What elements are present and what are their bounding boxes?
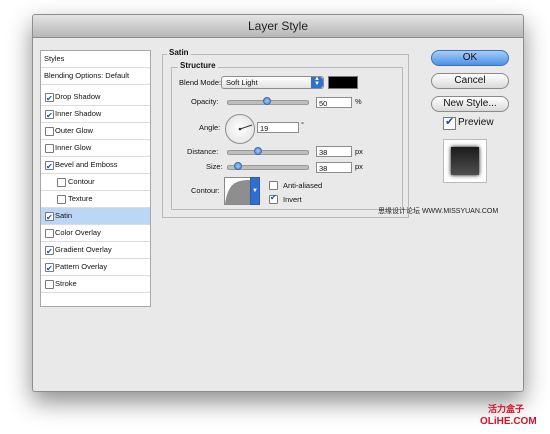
contour-curve-icon — [225, 180, 250, 204]
preview-thumbnail — [443, 139, 487, 183]
angle-input[interactable]: 19 — [257, 122, 299, 133]
blend-mode-label: Blend Mode: — [179, 78, 222, 87]
style-checkbox-icon[interactable] — [45, 261, 54, 277]
style-item-label: Outer Glow — [55, 126, 93, 135]
styles-list: Styles Blending Options: Default Drop Shad… — [40, 50, 151, 307]
distance-label: Distance: — [187, 147, 219, 156]
invert-checkbox[interactable] — [269, 193, 278, 204]
style-checkbox-icon[interactable] — [57, 195, 66, 204]
style-checkbox-icon[interactable] — [45, 244, 54, 260]
angle-unit: ° — [301, 120, 304, 129]
ok-button[interactable]: OK — [431, 50, 509, 66]
contour-picker[interactable] — [224, 177, 251, 205]
anti-aliased-check-icon — [269, 181, 278, 190]
structure-group-label: Structure — [178, 61, 218, 70]
distance-slider-knob[interactable] — [254, 147, 262, 155]
invert-check-icon — [269, 193, 278, 204]
angle-dial[interactable] — [225, 114, 255, 144]
blend-color-swatch[interactable] — [328, 76, 358, 89]
layer-style-dialog: Layer Style Styles Blending Options: Defa… — [32, 14, 524, 392]
style-item-satin[interactable]: Satin — [41, 208, 150, 226]
style-item-label: Styles — [44, 54, 65, 63]
style-item-label: Inner Shadow — [55, 109, 102, 118]
blend-mode-select[interactable]: Soft Light ▲ ▼ — [221, 76, 324, 89]
size-unit: px — [355, 162, 363, 171]
angle-label: Angle: — [199, 123, 221, 132]
cancel-button[interactable]: Cancel — [431, 73, 509, 89]
style-item-inner-glow[interactable]: Inner Glow — [41, 140, 150, 157]
style-item-contour[interactable]: Contour — [41, 174, 150, 191]
preview-checkbox[interactable]: ✔ — [443, 115, 456, 130]
style-checkbox-icon[interactable] — [45, 127, 54, 136]
style-item-label: Inner Glow — [55, 143, 92, 152]
style-item-gradient-overlay[interactable]: Gradient Overlay — [41, 242, 150, 260]
dialog-title: Layer Style — [247, 19, 309, 33]
preview-swatch — [451, 147, 479, 175]
style-item-label: Drop Shadow — [55, 92, 101, 101]
size-slider-knob[interactable] — [234, 162, 242, 170]
preview-label: Preview — [458, 117, 494, 128]
anti-aliased-checkbox[interactable] — [269, 181, 278, 190]
style-item-label: Pattern Overlay — [55, 262, 108, 271]
style-checkbox-icon[interactable] — [57, 178, 66, 187]
opacity-input[interactable]: 50 — [316, 97, 352, 108]
select-arrows-icon: ▲ ▼ — [311, 76, 323, 88]
style-item-label: Stroke — [55, 279, 77, 288]
brand-watermark-en: OLiHE.COM — [480, 416, 537, 427]
style-item-inner-shadow[interactable]: Inner Shadow — [41, 106, 150, 124]
style-checkbox-icon[interactable] — [45, 144, 54, 153]
style-checkbox-icon[interactable] — [45, 229, 54, 238]
new-style-button[interactable]: New Style... — [431, 96, 509, 112]
style-item-styles[interactable]: Styles — [41, 51, 150, 68]
distance-unit: px — [355, 147, 363, 156]
style-item-label: Bevel and Emboss — [55, 160, 118, 169]
style-item-blending-options-default[interactable]: Blending Options: Default — [41, 68, 150, 85]
distance-input[interactable]: 38 — [316, 146, 352, 157]
style-item-texture[interactable]: Texture — [41, 191, 150, 208]
blend-mode-value: Soft Light — [226, 78, 258, 87]
distance-slider-track[interactable] — [227, 150, 309, 155]
opacity-slider-knob[interactable] — [263, 97, 271, 105]
style-item-label: Contour — [68, 177, 95, 186]
brand-watermark-cn: 活力盒子 — [488, 404, 525, 414]
style-item-stroke[interactable]: Stroke — [41, 276, 150, 293]
style-item-pattern-overlay[interactable]: Pattern Overlay — [41, 259, 150, 277]
style-checkbox-icon[interactable] — [45, 210, 54, 226]
size-label: Size: — [206, 162, 223, 171]
style-item-outer-glow[interactable]: Outer Glow — [41, 123, 150, 140]
contour-label: Contour: — [191, 186, 220, 195]
style-item-drop-shadow[interactable]: Drop Shadow — [41, 89, 150, 107]
style-item-color-overlay[interactable]: Color Overlay — [41, 225, 150, 242]
style-checkbox-icon[interactable] — [45, 91, 54, 107]
style-item-label: Texture — [68, 194, 93, 203]
anti-aliased-label: Anti-aliased — [283, 181, 323, 190]
style-checkbox-icon[interactable] — [45, 159, 54, 175]
style-item-label: Color Overlay — [55, 228, 101, 237]
style-item-bevel-and-emboss[interactable]: Bevel and Emboss — [41, 157, 150, 175]
style-item-label: Satin — [55, 211, 73, 220]
checkmark-icon: ✔ — [445, 115, 455, 128]
contour-dropdown-icon[interactable]: ▼ — [250, 177, 260, 205]
size-input[interactable]: 38 — [316, 162, 352, 173]
invert-label: Invert — [283, 195, 302, 204]
opacity-unit: % — [355, 97, 362, 106]
style-checkbox-icon[interactable] — [45, 280, 54, 289]
style-item-label: Blending Options: Default — [44, 71, 130, 80]
opacity-label: Opacity: — [191, 97, 219, 106]
style-checkbox-icon[interactable] — [45, 108, 54, 124]
style-item-label: Gradient Overlay — [55, 245, 112, 254]
satin-group-label: Satin — [167, 48, 191, 57]
angle-needle-icon — [238, 124, 253, 131]
site-watermark: 思缘设计论坛 WWW.MISSYUAN.COM — [378, 208, 499, 215]
